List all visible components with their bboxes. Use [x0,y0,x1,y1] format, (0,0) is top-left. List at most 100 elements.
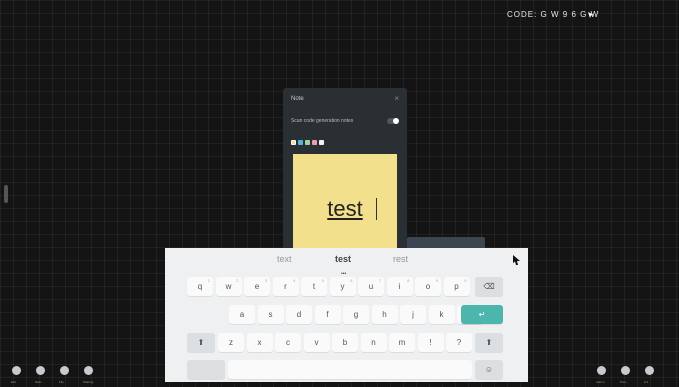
note-title: Note [291,96,304,102]
key-d-label: d [296,310,302,319]
swatch-white[interactable] [319,140,324,145]
key-e[interactable]: e3 [244,277,270,296]
right-tool-icon-0[interactable] [597,366,606,375]
scan-code-label: Scan code generation notes [291,118,354,124]
space-key[interactable] [228,360,472,379]
pointer-cursor-icon [513,255,520,265]
left-tool-label-3: Sharing [83,380,94,384]
key-z-label: z [229,338,233,347]
shift-key-left-label: ⬆ [197,338,205,347]
right-tool-label-1: Prev... [620,380,629,384]
key-t[interactable]: t5 [301,277,327,296]
on-screen-keyboard: text test rest ••• q 1 w 2 e 3 r 4 t 5 y 6 u 7 i 8 o 9 p 0 ⌫… [165,248,528,382]
room-code: CODE: G W 9 6 G W [507,10,600,19]
key-q[interactable]: q1 [187,277,213,296]
color-swatches [291,140,324,145]
sticky-note[interactable]: test [293,154,397,258]
key-?-label: ? [456,338,462,347]
shift-key-right-label: ⬆ [485,338,493,347]
key-k[interactable]: k [428,305,455,324]
key-w[interactable]: w2 [215,277,242,296]
key-x-label: x [257,338,262,347]
key-j[interactable]: j [400,305,426,324]
key-x[interactable]: x [246,333,273,352]
key-e-label: e [254,282,260,291]
key-i-alt: 8 [407,278,410,283]
left-tool-label-1: Setti... [35,380,44,384]
right-tool-label-2: 1/1 [644,380,649,384]
swatch-yellow[interactable] [291,140,296,145]
note-panel: Note × Scan code generation notes test [283,88,407,258]
key-f[interactable]: f [314,305,341,324]
key-s[interactable]: s [257,305,284,324]
key-y-alt: 6 [350,278,353,283]
suggestion-left[interactable]: text [277,254,292,264]
left-panel-handle[interactable] [4,185,8,203]
left-tool-label-0: Exit [11,380,17,384]
scan-code-toggle[interactable] [387,118,399,124]
right-tool-icon-2[interactable] [645,366,654,375]
swatch-green[interactable] [305,140,310,145]
key-w-label: w [225,282,232,291]
key-u-alt: 7 [378,278,381,283]
key-w-alt: 2 [236,278,239,283]
left-tool-label-2: File [59,380,64,384]
left-tool-icon-1[interactable] [36,366,45,375]
swatch-blue[interactable] [298,140,303,145]
backspace-key[interactable]: ⌫ [475,277,503,296]
key-o-alt: 9 [435,278,438,283]
key-z[interactable]: z [218,333,244,352]
key-g[interactable]: g [343,305,369,324]
key-q-alt: 1 [207,278,210,283]
key-y-label: y [340,282,345,291]
swatch-pink[interactable] [312,140,317,145]
toggle-knob [393,118,399,124]
backspace-key-label: ⌫ [483,282,495,291]
key-o[interactable]: o9 [415,277,441,296]
key-i[interactable]: i8 [386,277,413,296]
key-r[interactable]: r4 [272,277,299,296]
key-m[interactable]: m [389,333,415,352]
key-k-label: k [439,310,444,319]
key-?[interactable]: ? [446,333,472,352]
key-t-label: t [312,282,316,291]
key-e-alt: 3 [264,278,267,283]
key-b[interactable]: b [332,333,358,352]
key-m-label: m [398,338,406,347]
key-i-label: i [398,282,401,291]
key-h[interactable]: h [371,305,398,324]
key-c[interactable]: c [275,333,301,352]
left-tool-icon-0[interactable] [12,366,21,375]
key-u[interactable]: u7 [358,277,384,296]
key-![interactable]: ! [417,333,444,352]
key-s-label: s [268,310,273,319]
key-y[interactable]: y6 [329,277,356,296]
key-a[interactable]: a [229,305,255,324]
symbols-key[interactable] [187,360,225,379]
key-d[interactable]: d [286,305,312,324]
suggestion-right[interactable]: rest [393,254,408,264]
suggestion-center[interactable]: test [335,254,351,264]
key-p-alt: 0 [464,278,467,283]
key-p[interactable]: p0 [443,277,470,296]
shift-key-left[interactable]: ⬆ [187,333,215,352]
key-n[interactable]: n [360,333,387,352]
enter-key[interactable]: ↵ [461,305,503,324]
key-v[interactable]: v [303,333,330,352]
key-q-label: q [197,282,203,291]
enter-key-label: ↵ [478,310,486,319]
right-tool-label-0: Add to [596,380,605,384]
emoji-key-label: ☺ [484,365,494,374]
shift-key-right[interactable]: ⬆ [475,333,503,352]
key-f-label: f [326,310,329,319]
emoji-key[interactable]: ☺ [475,360,503,379]
sticky-note-text[interactable]: test [293,196,397,222]
key-h-label: h [382,310,387,319]
left-tool-icon-3[interactable] [84,366,93,375]
close-icon[interactable]: × [394,94,399,103]
key-g-label: g [353,310,359,319]
left-tool-icon-2[interactable] [60,366,69,375]
key-o-label: o [425,282,431,291]
right-tool-icon-1[interactable] [621,366,630,375]
cursor-icon [588,12,594,18]
